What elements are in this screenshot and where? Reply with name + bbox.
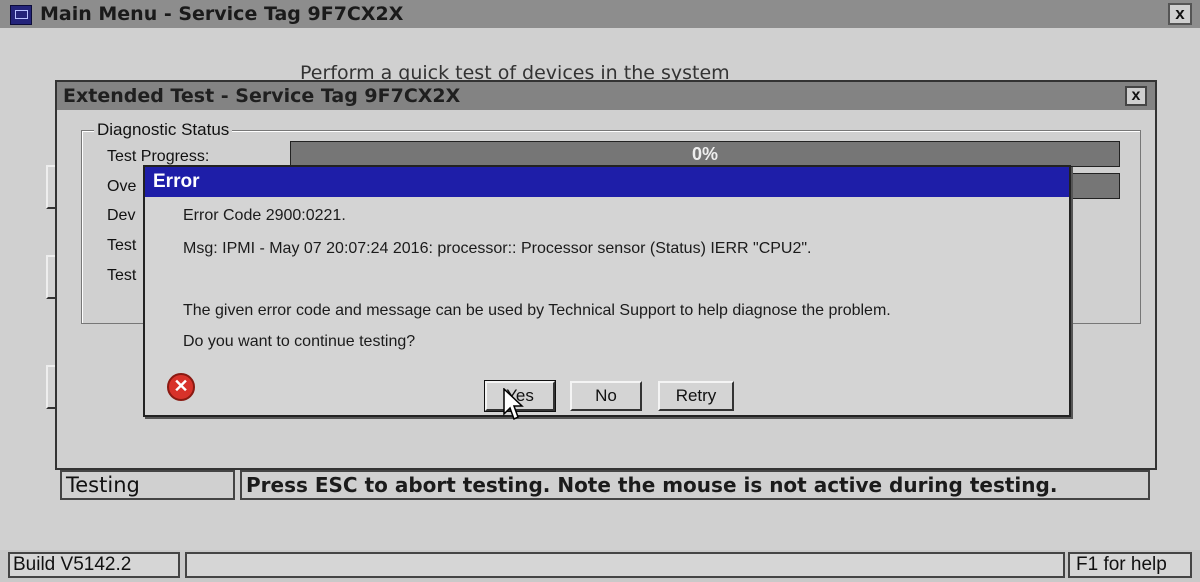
no-button[interactable]: No xyxy=(570,381,642,411)
main-window-title: Main Menu - Service Tag 9F7CX2X xyxy=(40,3,404,25)
test-name-label: Test xyxy=(107,237,137,254)
help-hint: F1 for help xyxy=(1068,552,1192,578)
test-progress-bar: 0% xyxy=(290,141,1120,167)
continue-question-text: Do you want to continue testing? xyxy=(183,333,416,350)
error-message-text: Msg: IPMI - May 07 20:07:24 2016: proces… xyxy=(183,240,812,257)
diagnostic-status-label: Diagnostic Status xyxy=(94,120,233,140)
status-message: Press ESC to abort testing. Note the mou… xyxy=(240,470,1150,500)
extended-test-titlebar: Extended Test - Service Tag 9F7CX2X xyxy=(57,82,1155,110)
error-dialog: Error Error Code 2900:0221. Msg: IPMI - … xyxy=(143,165,1071,417)
overall-progress-label: Ove xyxy=(107,178,137,195)
error-explanation-text: The given error code and message can be … xyxy=(183,302,891,319)
error-dialog-title: Error xyxy=(145,167,1069,197)
testing-status: Testing xyxy=(60,470,235,500)
error-code-text: Error Code 2900:0221. xyxy=(183,207,346,224)
test-status-label: Test xyxy=(107,267,137,284)
test-progress-label: Test Progress: xyxy=(107,148,210,165)
test-progress-text: 0% xyxy=(691,144,718,164)
retry-button[interactable]: Retry xyxy=(658,381,734,411)
error-x-icon: ✕ xyxy=(167,373,195,401)
extended-test-close-button[interactable]: x xyxy=(1125,86,1147,106)
main-window-titlebar: Main Menu - Service Tag 9F7CX2X xyxy=(0,0,1200,28)
overall-progress-bar xyxy=(1072,173,1120,199)
device-label: Dev xyxy=(107,207,136,224)
main-close-button[interactable]: x xyxy=(1168,3,1192,25)
bottom-status-field xyxy=(185,552,1065,578)
app-window-icon xyxy=(10,5,32,25)
build-version: Build V5142.2 xyxy=(8,552,180,578)
mouse-pointer-icon xyxy=(503,388,524,421)
